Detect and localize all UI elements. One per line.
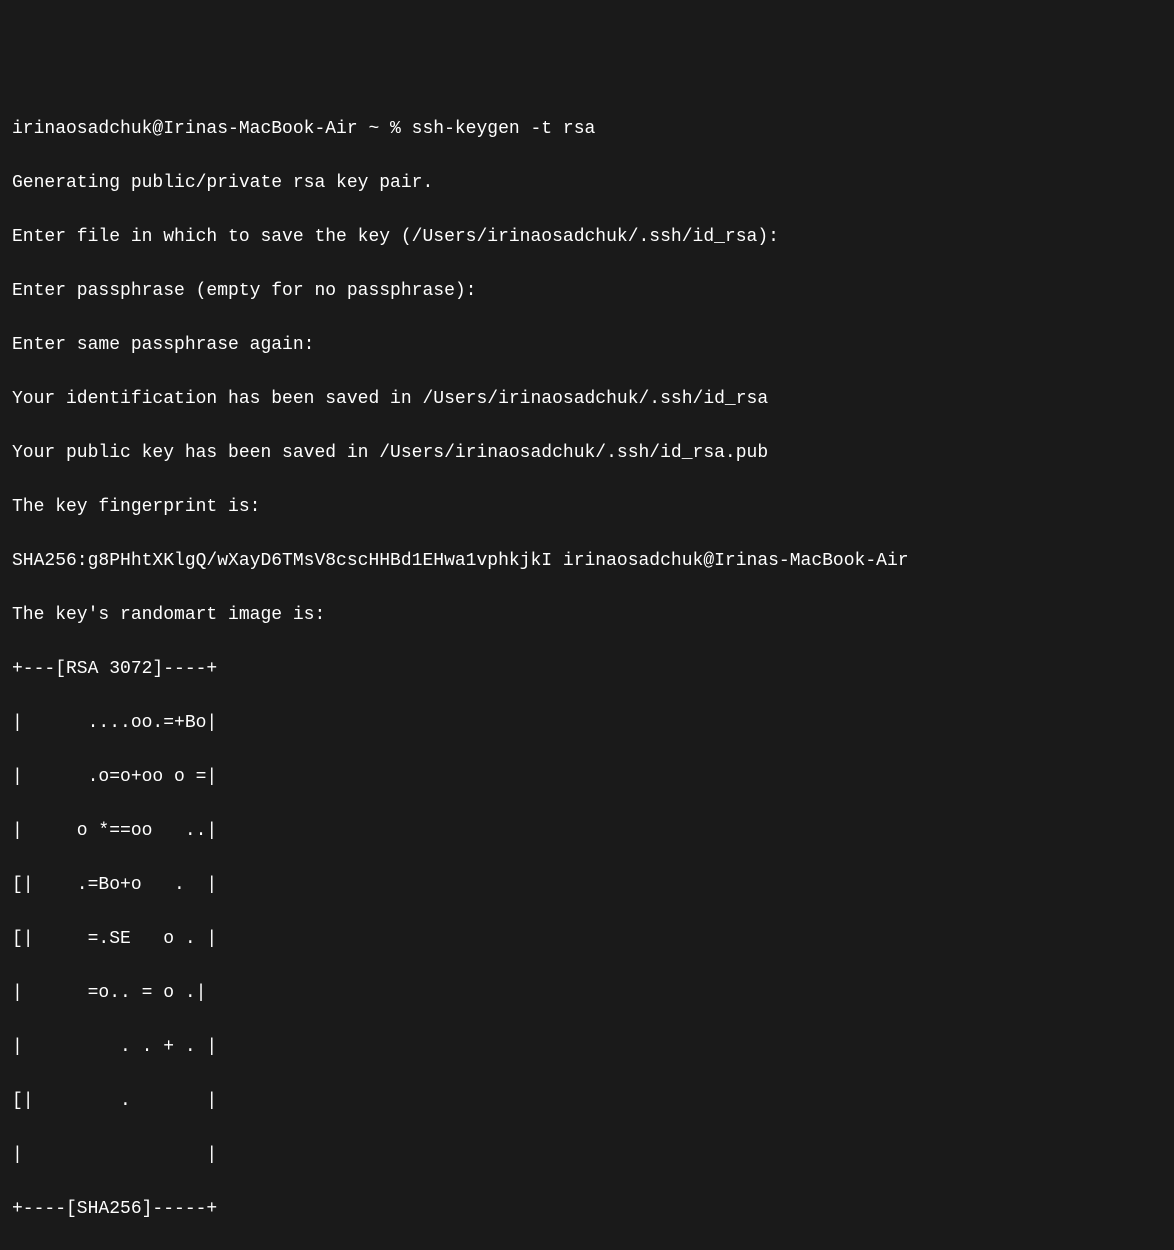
- terminal-line-command: irinaosadchuk@Irinas-MacBook-Air ~ % ssh…: [12, 116, 1162, 143]
- terminal-output-line: Your identification has been saved in /U…: [12, 386, 1162, 413]
- terminal-output-line: Your public key has been saved in /Users…: [12, 440, 1162, 467]
- terminal-output-line: Generating public/private rsa key pair.: [12, 170, 1162, 197]
- command-text: ssh-keygen -t rsa: [412, 119, 596, 139]
- shell-prompt: irinaosadchuk@Irinas-MacBook-Air ~ %: [12, 119, 412, 139]
- randomart-line: +---[RSA 3072]----+: [12, 656, 1162, 683]
- randomart-line: [| =.SE o . |: [12, 926, 1162, 953]
- randomart-line: | .o=o+oo o =|: [12, 764, 1162, 791]
- randomart-line: | =o.. = o .|: [12, 980, 1162, 1007]
- randomart-line: | |: [12, 1142, 1162, 1169]
- terminal-output-line: Enter file in which to save the key (/Us…: [12, 224, 1162, 251]
- randomart-line: | . . + . |: [12, 1034, 1162, 1061]
- terminal-output-line: SHA256:g8PHhtXKlgQ/wXayD6TMsV8cscHHBd1EH…: [12, 548, 1162, 575]
- randomart-line: +----[SHA256]-----+: [12, 1196, 1162, 1223]
- terminal-output-line: The key fingerprint is:: [12, 494, 1162, 521]
- randomart-line: | o *==oo ..|: [12, 818, 1162, 845]
- terminal-output-line: Enter passphrase (empty for no passphras…: [12, 278, 1162, 305]
- randomart-line: [| .=Bo+o . |: [12, 872, 1162, 899]
- randomart-line: | ....oo.=+Bo|: [12, 710, 1162, 737]
- randomart-line: [| . |: [12, 1088, 1162, 1115]
- terminal-output-line: Enter same passphrase again:: [12, 332, 1162, 359]
